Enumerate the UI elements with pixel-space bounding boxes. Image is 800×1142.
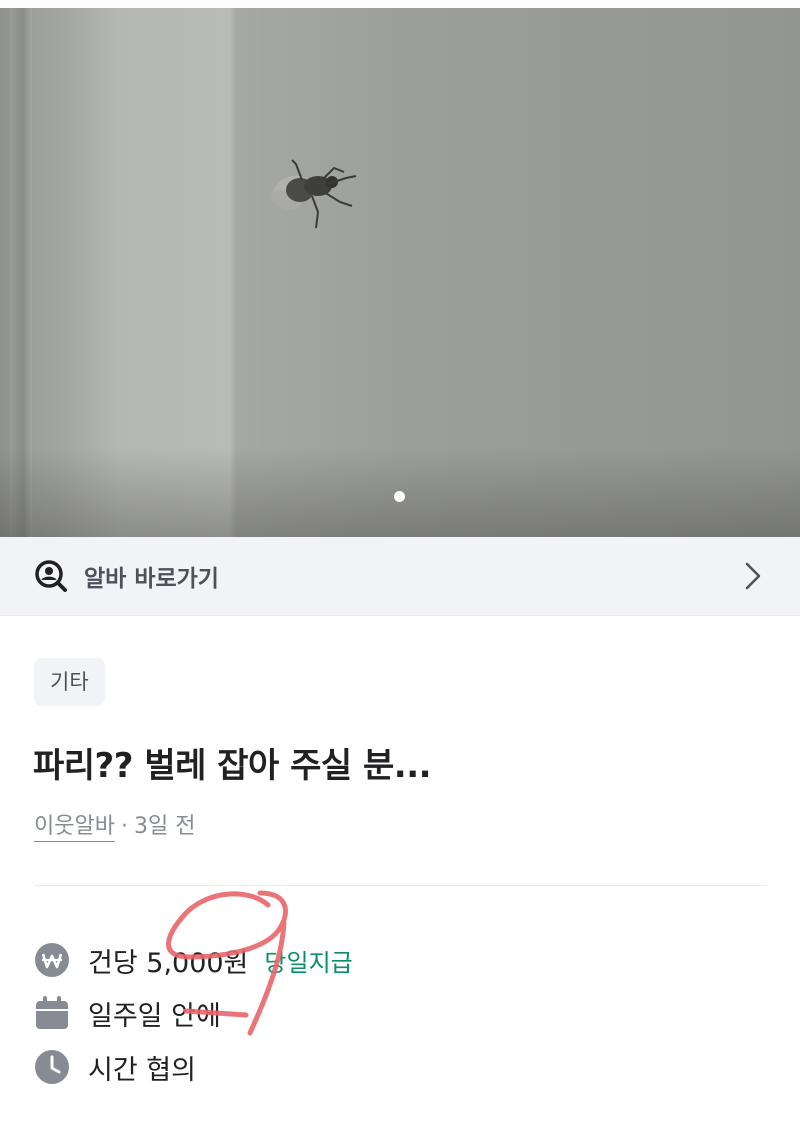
post-title: 파리?? 벌레 잡아 주실 분... bbox=[33, 746, 432, 786]
calendar-icon bbox=[36, 996, 68, 1029]
section-divider bbox=[34, 885, 767, 886]
fly-image bbox=[270, 159, 357, 229]
category-chip[interactable]: 기타 bbox=[34, 658, 105, 706]
won-coin-icon bbox=[35, 943, 69, 977]
meta-separator: · bbox=[120, 814, 128, 839]
carousel-indicator-dot[interactable] bbox=[394, 491, 405, 502]
time-row: 시간 협의 bbox=[34, 1047, 196, 1087]
clock-icon bbox=[35, 1050, 69, 1084]
work-period: 일주일 안에 bbox=[88, 1000, 221, 1032]
posted-time: 3일 전 bbox=[133, 814, 196, 839]
job-shortcut-bar[interactable]: 알바 바로가기 bbox=[0, 537, 800, 616]
period-row: 일주일 안에 bbox=[34, 993, 221, 1033]
author-name[interactable]: 이웃알바 bbox=[34, 814, 115, 842]
work-hours: 시간 협의 bbox=[88, 1054, 196, 1086]
chevron-right-icon bbox=[745, 562, 761, 590]
post-meta: 이웃알바 · 3일 전 bbox=[34, 808, 196, 842]
search-person-icon bbox=[35, 560, 67, 592]
same-day-pay-badge: 당일지급 bbox=[264, 948, 353, 977]
pay-amount: 건당 5,000원 bbox=[88, 947, 249, 979]
post-photo[interactable] bbox=[0, 0, 800, 537]
pay-row: 건당 5,000원 당일지급 bbox=[34, 940, 353, 980]
shortcut-label: 알바 바로가기 bbox=[84, 566, 219, 592]
door-frame bbox=[10, 8, 32, 537]
